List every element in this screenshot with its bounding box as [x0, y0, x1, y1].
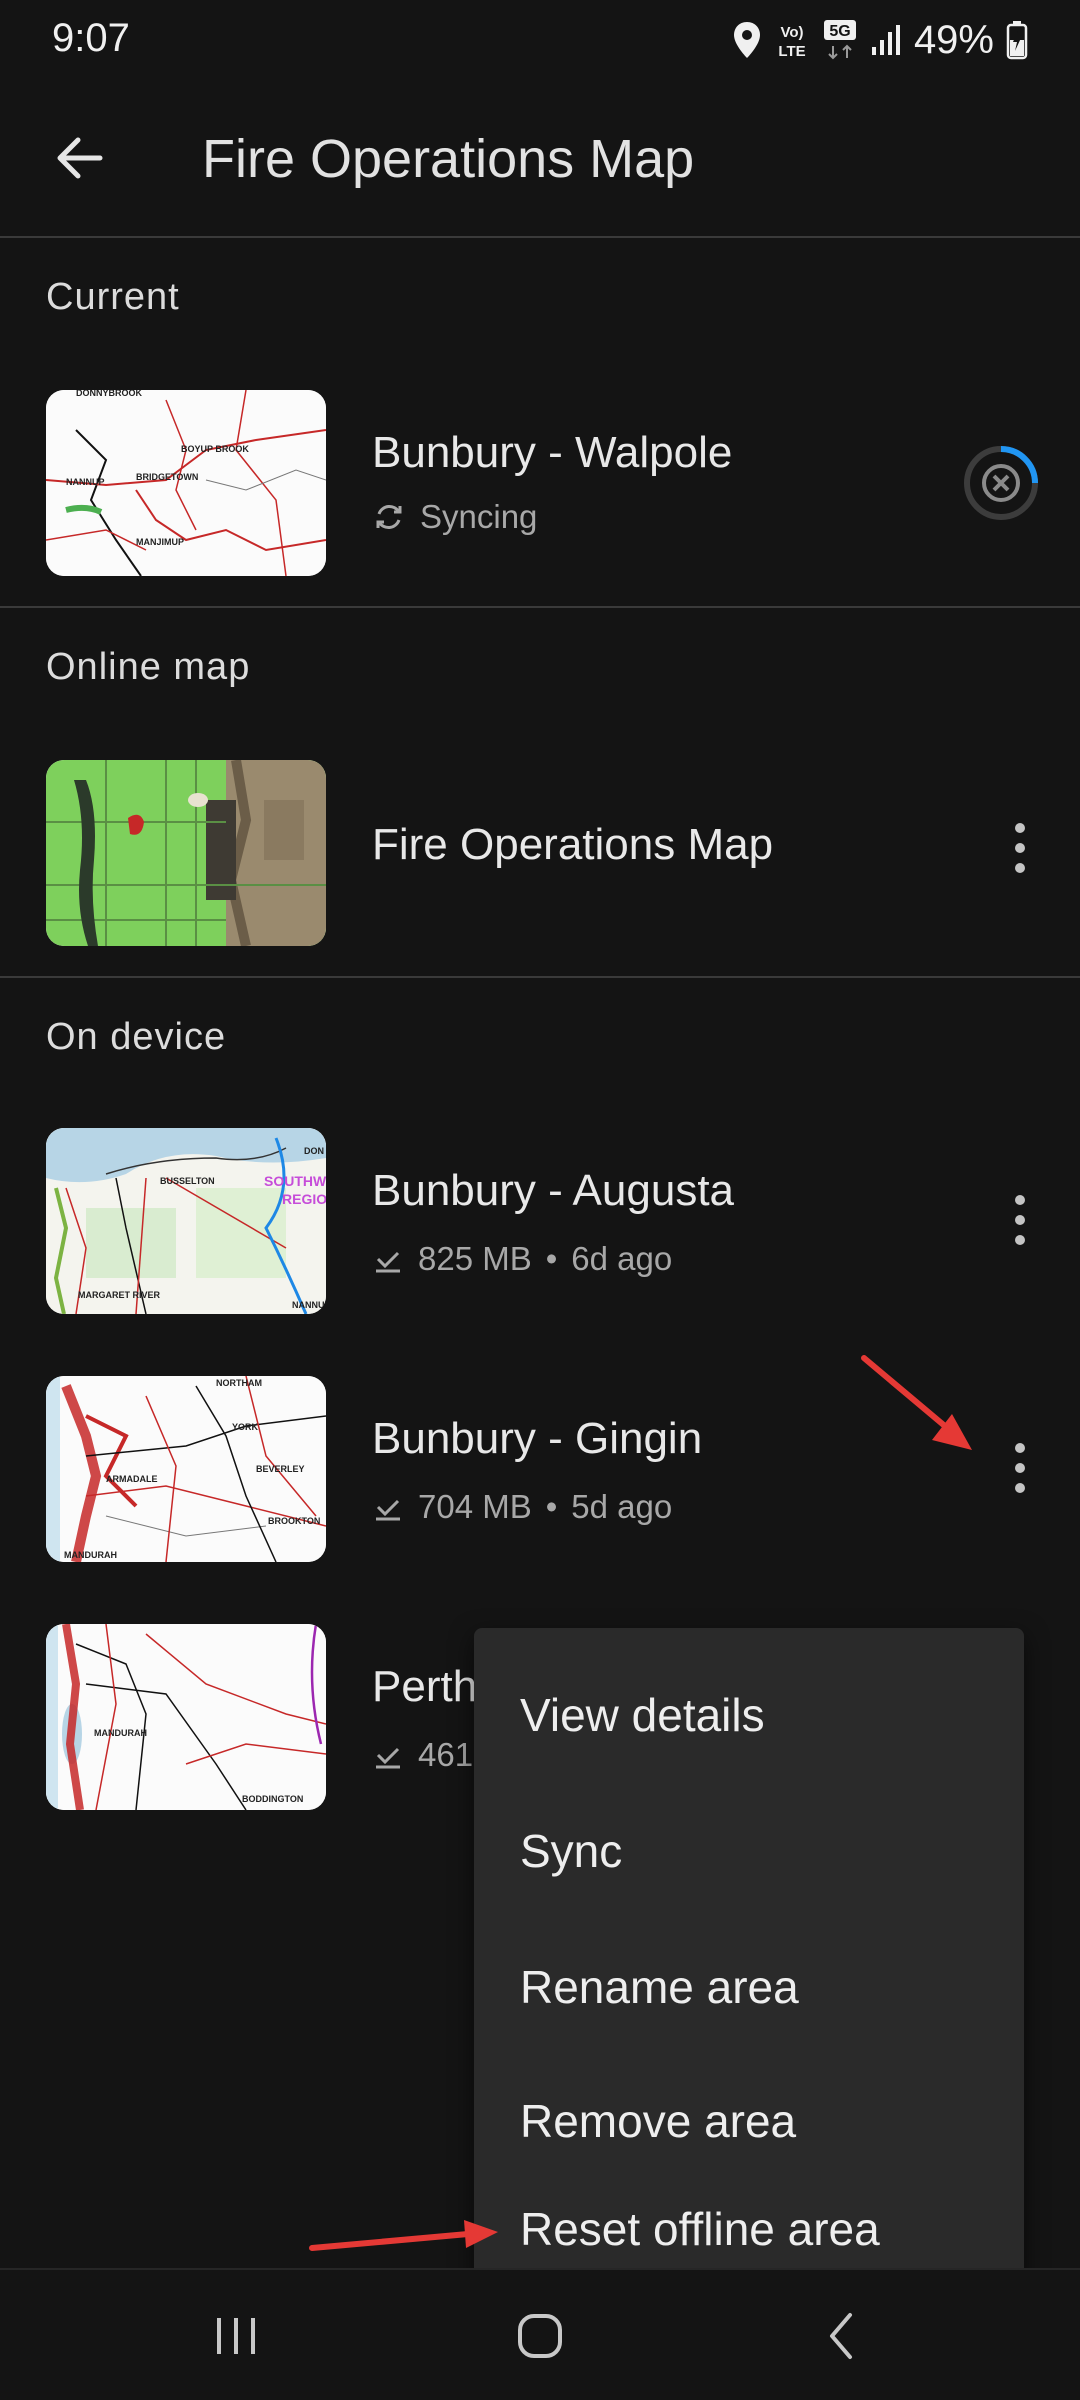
system-nav-bar: [0, 2268, 1080, 2400]
annotation-arrows: [309, 1355, 972, 2251]
recent-apps-button[interactable]: [176, 2290, 296, 2382]
home-button[interactable]: [480, 2290, 600, 2382]
recent-apps-icon: [217, 2318, 255, 2354]
annotation-arrow-kebab: [861, 1355, 972, 1450]
annotation-arrow-reset: [309, 2220, 498, 2251]
home-icon: [518, 2314, 562, 2358]
back-icon: [830, 2313, 852, 2359]
nav-back-button[interactable]: [782, 2290, 902, 2382]
